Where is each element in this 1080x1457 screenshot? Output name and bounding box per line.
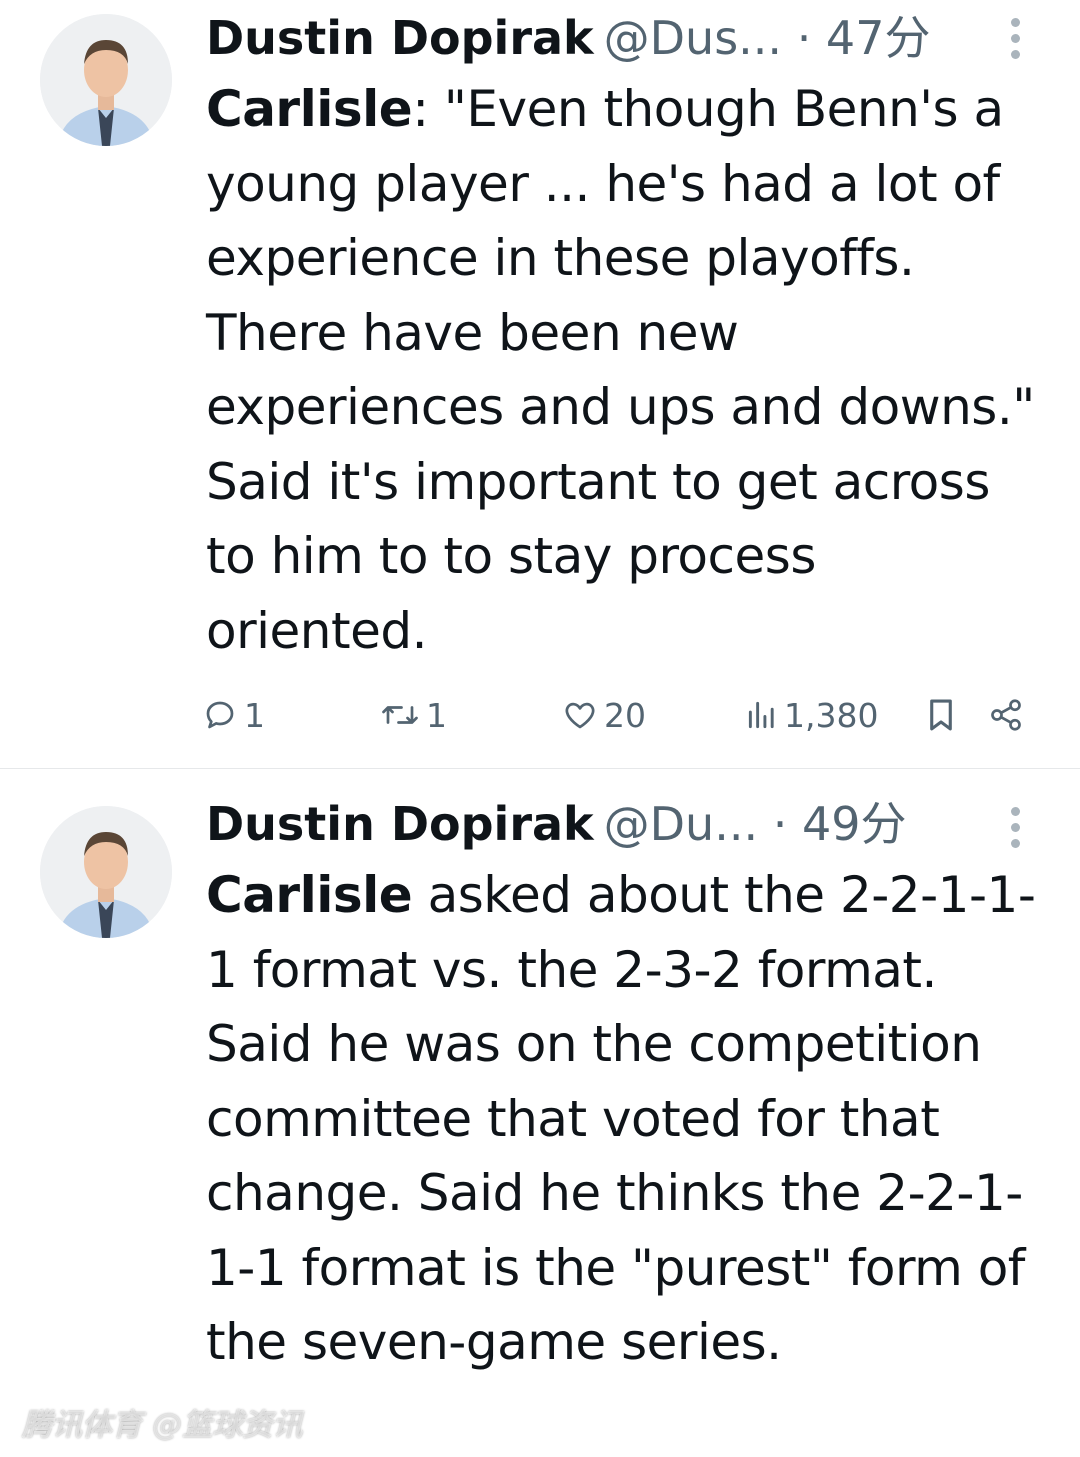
tweet-header: Dustin Dopirak @Dus... · 47分: [206, 10, 970, 66]
retweet-count: 1: [426, 695, 447, 735]
avatar-image: [40, 806, 172, 938]
user-handle[interactable]: @Du...: [604, 797, 758, 851]
user-handle[interactable]: @Dus...: [604, 11, 782, 65]
reply-count: 1: [244, 695, 265, 735]
avatar-image: [40, 14, 172, 146]
display-name[interactable]: Dustin Dopirak: [206, 11, 594, 65]
watermark: 腾讯体育 @篮球资讯: [22, 1408, 303, 1443]
like-count: 20: [604, 695, 646, 735]
tweet-header: Dustin Dopirak @Du... · 49分: [206, 796, 970, 852]
display-name[interactable]: Dustin Dopirak: [206, 797, 594, 851]
timestamp[interactable]: · 47分: [797, 11, 931, 65]
tweet-text-bold: Carlisle: [206, 866, 413, 924]
share-icon: [991, 699, 1021, 731]
tweet-text: Carlisle: "Even though Benn's a young pl…: [206, 72, 1046, 668]
tweet[interactable]: Dustin Dopirak @Dus... · 47分 Carlisle: "E…: [0, 0, 1080, 769]
retweet-icon: [382, 706, 418, 724]
views-count: 1,380: [784, 695, 879, 735]
bookmark-icon: [930, 699, 952, 731]
retweet-button[interactable]: 1: [380, 690, 447, 740]
tweet-text-body: asked about the 2-2-1-1-1 format vs. the…: [206, 866, 1036, 1371]
tweet-text-bold: Carlisle: [206, 80, 413, 138]
tweet[interactable]: Dustin Dopirak @Du... · 49分 Carlisle aske…: [0, 769, 1080, 1457]
like-button[interactable]: 20: [562, 690, 646, 740]
share-button[interactable]: [988, 690, 1024, 740]
views-button[interactable]: 1,380: [746, 690, 878, 740]
timestamp[interactable]: · 49分: [773, 797, 907, 851]
avatar[interactable]: [40, 14, 172, 146]
bookmark-button[interactable]: [924, 690, 958, 740]
heart-icon: [565, 702, 595, 729]
reply-button[interactable]: 1: [202, 690, 265, 740]
more-options-icon[interactable]: [1002, 18, 1028, 62]
more-options-icon[interactable]: [1002, 807, 1028, 851]
avatar[interactable]: [40, 806, 172, 938]
reply-icon: [206, 701, 234, 729]
action-bar: 1 1 20 1,380: [200, 690, 1040, 740]
tweet-text-body: : "Even though Benn's a young player ...…: [206, 80, 1035, 660]
tweet-text: Carlisle asked about the 2-2-1-1-1 forma…: [206, 858, 1046, 1380]
views-icon: [748, 701, 774, 729]
